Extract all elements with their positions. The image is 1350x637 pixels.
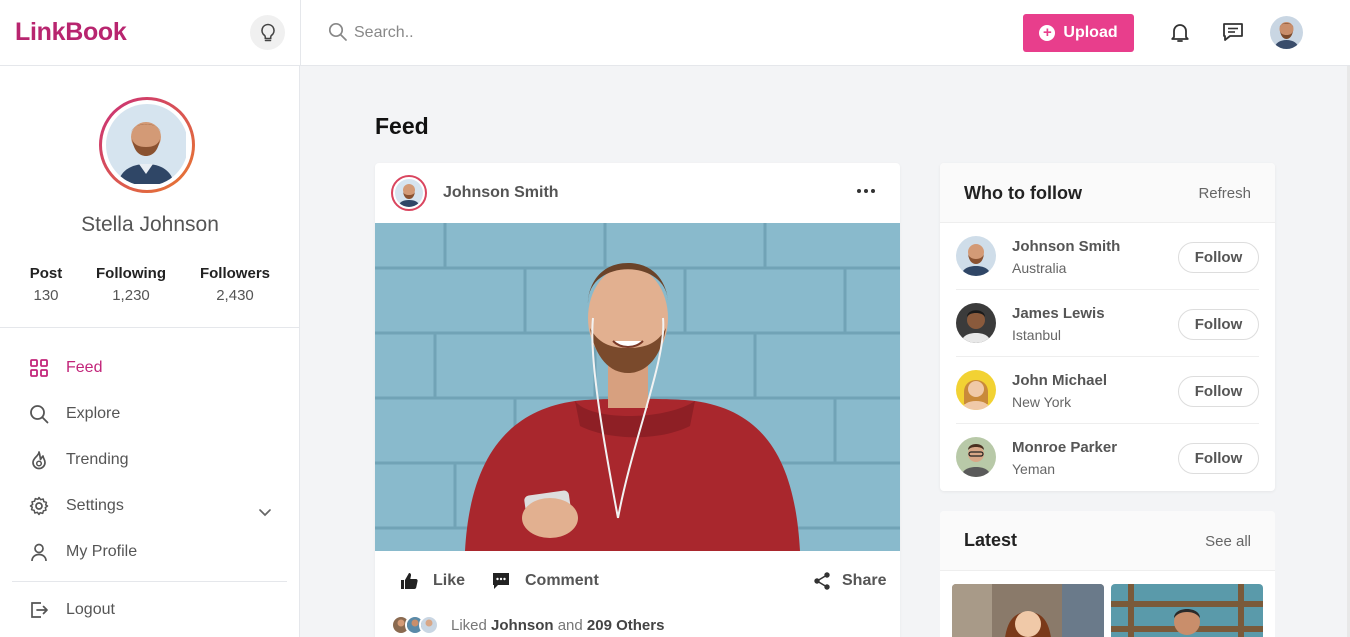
avatar[interactable] <box>956 370 996 410</box>
person-location: New York <box>1012 394 1072 410</box>
page-title: Feed <box>375 113 429 139</box>
user-avatar[interactable] <box>1270 16 1303 49</box>
search-input[interactable] <box>354 19 854 47</box>
stat-posts: Post 130 <box>26 265 66 304</box>
more-options-icon[interactable] <box>857 189 875 193</box>
avatar[interactable] <box>956 437 996 477</box>
stat-value: 2,430 <box>216 287 254 304</box>
stat-value: 1,230 <box>112 287 150 304</box>
plus-icon: + <box>1039 25 1056 41</box>
list-item: Johnson Smith Australia Follow <box>956 223 1259 290</box>
avatar[interactable] <box>956 236 996 276</box>
header-divider <box>300 0 301 66</box>
follow-button[interactable]: Follow <box>1178 376 1259 407</box>
user-icon <box>28 541 50 563</box>
stat-following[interactable]: Following 1,230 <box>90 265 172 304</box>
search-icon <box>328 22 347 41</box>
sidebar-item-label: Feed <box>66 359 103 376</box>
list-item: John Michael New York Follow <box>956 357 1259 424</box>
gear-icon <box>28 495 50 517</box>
sidebar-item-explore[interactable]: Explore <box>28 400 278 428</box>
thumbs-up-icon <box>401 573 418 589</box>
upload-button[interactable]: + Upload <box>1023 14 1134 52</box>
sidebar-item-label: Explore <box>66 405 121 422</box>
liker-avatars <box>391 615 439 635</box>
share-button[interactable]: Share <box>812 571 886 591</box>
theme-toggle-button[interactable] <box>250 15 285 50</box>
see-all-link[interactable]: See all <box>1205 533 1251 550</box>
stat-label: Post <box>29 265 63 282</box>
person-location: Yeman <box>1012 461 1056 477</box>
comment-icon <box>493 573 509 589</box>
card-title: Latest <box>964 530 1018 550</box>
post-image[interactable] <box>375 223 900 551</box>
person-name[interactable]: Monroe Parker <box>1012 439 1117 456</box>
like-button[interactable]: Like <box>399 571 465 591</box>
list-item: Monroe Parker Yeman Follow <box>956 424 1259 491</box>
top-bar: LinkBook + Upload <box>0 0 1350 66</box>
comment-button[interactable]: Comment <box>491 571 599 591</box>
who-to-follow-card: Who to follow Refresh Johnson Smith Aust… <box>940 163 1275 491</box>
sidebar-item-feed[interactable]: Feed <box>28 354 278 382</box>
upload-label: Upload <box>1063 24 1118 41</box>
follow-button[interactable]: Follow <box>1178 242 1259 273</box>
bell-icon[interactable] <box>1168 20 1192 44</box>
grid-icon <box>28 357 50 379</box>
profile-avatar[interactable] <box>106 104 188 186</box>
share-label: Share <box>842 572 887 589</box>
card-title: Who to follow <box>964 183 1082 203</box>
stat-label: Following <box>96 265 166 282</box>
nav-divider <box>12 581 287 582</box>
profile-avatar-ring <box>99 97 195 193</box>
person-name[interactable]: John Michael <box>1012 372 1107 389</box>
liked-and: and <box>557 616 583 634</box>
card-header: Who to follow Refresh <box>940 163 1275 223</box>
stat-value: 130 <box>33 287 59 304</box>
sidebar-item-label: Logout <box>66 601 115 618</box>
latest-thumbnail[interactable] <box>952 584 1104 637</box>
list-item: James Lewis Istanbul Follow <box>956 290 1259 357</box>
like-label: Like <box>433 572 466 589</box>
share-icon <box>814 572 830 590</box>
app-logo[interactable]: LinkBook <box>15 18 127 47</box>
chevron-down-icon[interactable] <box>258 508 272 518</box>
person-name[interactable]: Johnson Smith <box>1012 238 1120 255</box>
lightbulb-icon <box>260 23 275 41</box>
sidebar-item-label: My Profile <box>66 543 138 560</box>
liked-prefix: Liked <box>451 616 487 634</box>
stat-label: Followers <box>199 265 270 282</box>
follow-button[interactable]: Follow <box>1178 309 1259 340</box>
avatar[interactable] <box>956 303 996 343</box>
search-icon <box>28 403 50 425</box>
likes-summary[interactable]: Liked Johnson and 209 Others <box>391 615 664 635</box>
chat-icon[interactable] <box>1221 20 1245 44</box>
liked-name[interactable]: Johnson <box>491 617 554 634</box>
refresh-link[interactable]: Refresh <box>1198 185 1251 202</box>
post-card: Johnson Smith Like Comment Share Liked J… <box>375 163 900 637</box>
flame-icon <box>28 449 50 471</box>
stat-followers[interactable]: Followers 2,430 <box>196 265 274 304</box>
post-author-name[interactable]: Johnson Smith <box>443 184 559 202</box>
sidebar-item-logout[interactable]: Logout <box>28 596 278 624</box>
sidebar-item-label: Settings <box>66 497 124 514</box>
sidebar-item-settings[interactable]: Settings <box>28 492 278 520</box>
follow-button[interactable]: Follow <box>1178 443 1259 474</box>
sidebar-item-my-profile[interactable]: My Profile <box>28 538 278 566</box>
sidebar-divider <box>0 327 300 328</box>
post-author-avatar[interactable] <box>391 175 427 211</box>
liked-others[interactable]: 209 Others <box>587 617 665 634</box>
sidebar: Stella Johnson Post 130 Following 1,230 … <box>0 66 300 637</box>
comment-label: Comment <box>525 572 599 589</box>
logout-icon <box>28 599 50 621</box>
sidebar-item-trending[interactable]: Trending <box>28 446 278 474</box>
sidebar-item-label: Trending <box>66 451 129 468</box>
avatar <box>419 615 439 635</box>
person-location: Istanbul <box>1012 327 1062 343</box>
card-header: Latest See all <box>940 511 1275 571</box>
latest-thumbnail[interactable] <box>1111 584 1263 637</box>
latest-card: Latest See all <box>940 511 1275 637</box>
person-location: Australia <box>1012 260 1067 276</box>
person-name[interactable]: James Lewis <box>1012 305 1105 322</box>
profile-name: Stella Johnson <box>81 213 219 236</box>
